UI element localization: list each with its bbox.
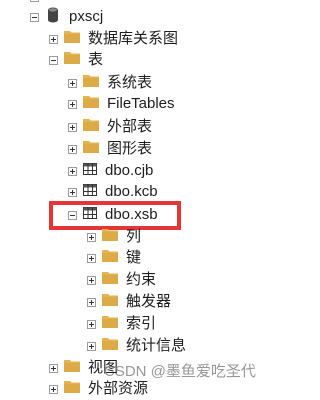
node-label: 键 [126, 249, 142, 266]
collapse-toggle[interactable] [49, 55, 58, 65]
node-label: 触发器 [126, 293, 172, 310]
folder-icon [64, 380, 80, 398]
tree-node-system-tables[interactable]: 系统表 [68, 72, 152, 94]
watermark: CSDN @墨鱼爱吃圣代 [104, 363, 256, 380]
expand-toggle[interactable] [49, 34, 58, 44]
node-label: FileTables [107, 95, 175, 112]
tree-node-indexes[interactable]: 索引 [87, 313, 156, 335]
tree-node-filetables[interactable]: FileTables [68, 93, 175, 115]
node-label: 系统表 [107, 74, 153, 91]
expand-toggle[interactable] [68, 144, 77, 154]
tree-node-constraints[interactable]: 约束 [87, 269, 156, 291]
node-label: 列 [126, 228, 142, 245]
tree-node-table-kcb[interactable]: dbo.kcb [68, 181, 158, 203]
folder-icon [83, 140, 99, 158]
tree-node-table-cjb[interactable]: dbo.cjb [68, 160, 153, 182]
tree-node-keys[interactable]: 键 [87, 247, 141, 269]
table-icon [83, 162, 97, 180]
tree-node-external-resources[interactable]: 外部资源 [49, 378, 148, 400]
folder-icon [102, 249, 118, 267]
tree-node-tables[interactable]: 表 [49, 49, 103, 71]
folder-icon [102, 228, 118, 246]
tree-node-graph-tables[interactable]: 图形表 [68, 138, 152, 160]
folder-icon [83, 74, 99, 92]
node-label: 图形表 [107, 140, 153, 157]
node-label: 约束 [126, 271, 157, 288]
tree-node-external-tables[interactable]: 外部表 [68, 116, 152, 138]
node-label: 数据库关系图 [88, 30, 179, 47]
folder-icon [102, 271, 118, 289]
node-label: 统计信息 [126, 337, 187, 354]
expand-toggle[interactable] [68, 99, 77, 109]
database-icon [47, 7, 59, 28]
node-label: dbo.cjb [105, 162, 154, 179]
table-icon [83, 183, 97, 201]
expand-toggle[interactable] [68, 166, 77, 176]
folder-icon [102, 337, 118, 355]
folder-icon [102, 315, 118, 333]
expand-toggle[interactable] [87, 275, 96, 285]
node-label: 表 [88, 51, 104, 68]
node-label: pxscj [69, 8, 104, 25]
tree-node-database-pxscj[interactable]: pxscj [30, 6, 103, 28]
folder-icon [83, 118, 99, 136]
node-label: 外部表 [107, 118, 153, 135]
node-label: dbo.kcb [105, 183, 158, 200]
collapse-toggle[interactable] [30, 12, 39, 22]
tree-node-columns[interactable]: 列 [87, 226, 141, 248]
expand-toggle[interactable] [87, 232, 96, 242]
expand-toggle[interactable] [30, 0, 39, 2]
folder-icon [64, 359, 80, 377]
expand-toggle[interactable] [49, 384, 58, 394]
expand-toggle[interactable] [87, 253, 96, 263]
expand-toggle[interactable] [87, 319, 96, 329]
expand-toggle[interactable] [87, 297, 96, 307]
tree-node-database-diagrams[interactable]: 数据库关系图 [49, 28, 178, 50]
node-label: 索引 [126, 315, 157, 332]
folder-icon [64, 51, 80, 69]
expand-toggle[interactable] [68, 187, 77, 197]
tree-node-triggers[interactable]: 触发器 [87, 291, 171, 313]
folder-icon [102, 293, 118, 311]
folder-icon [83, 95, 99, 113]
expand-toggle[interactable] [68, 122, 77, 132]
expand-toggle[interactable] [68, 78, 77, 88]
folder-icon [64, 30, 80, 48]
tree-node-statistics[interactable]: 统计信息 [87, 335, 186, 357]
object-explorer-tree: pxscj 数据库关系图 表 系统表 FileTables 外部表 图形表 db… [0, 0, 315, 397]
expand-toggle[interactable] [49, 363, 58, 373]
node-label: 外部资源 [88, 380, 149, 397]
expand-toggle[interactable] [87, 341, 96, 351]
